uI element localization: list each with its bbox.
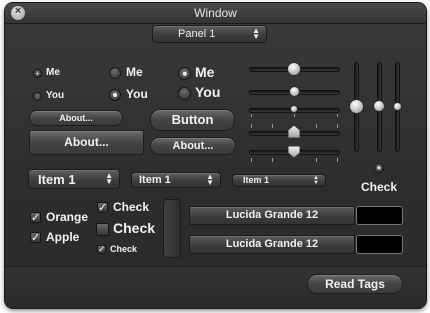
slider-tick <box>316 124 317 128</box>
color-well-2-swatch <box>360 239 399 250</box>
radio-you-small[interactable] <box>33 92 42 101</box>
popup-arrows-icon: ▲ ▼ <box>252 26 260 41</box>
slider-tick <box>251 114 252 117</box>
title-bar: × Window <box>5 3 426 24</box>
checkbox-check-medium-label: Check <box>113 200 150 214</box>
window-title: Window <box>194 6 237 20</box>
panel-popup[interactable]: Panel 1 ▲ ▼ <box>152 25 267 43</box>
radio-check-label: Check <box>361 180 398 194</box>
checkbox-apple[interactable]: ✓ <box>30 232 41 244</box>
radio-you-medium[interactable] <box>109 89 121 101</box>
about-button-small[interactable]: About... <box>29 110 123 126</box>
slider-tick <box>294 114 295 117</box>
pointer-up-icon <box>287 124 301 139</box>
horizontal-slider-knob-2[interactable] <box>289 86 300 97</box>
radio-me-medium-label: Me <box>126 65 143 79</box>
radio-you-medium-label: You <box>126 87 148 101</box>
popup-arrows-icon: ▲ ▼ <box>206 172 214 187</box>
slider-tick <box>337 158 338 162</box>
checkbox-check-small-label: Check <box>110 244 138 254</box>
slider-tick <box>272 124 273 128</box>
checkbox-orange[interactable]: ✓ <box>30 212 41 224</box>
checkbox-check-large-label: Check <box>113 220 156 236</box>
radio-you-large[interactable] <box>178 87 191 100</box>
radio-me-large-label: Me <box>195 64 215 80</box>
popup-arrows-icon: ▲ ▼ <box>105 171 113 186</box>
color-well-1-swatch <box>360 210 399 221</box>
large-button[interactable]: Button <box>150 109 235 131</box>
slider-tick <box>337 124 338 128</box>
horizontal-slider-knob-1[interactable] <box>287 62 301 76</box>
window: × Window Panel 1 ▲ ▼ Me You Me You Me You… <box>5 3 426 308</box>
radio-me-small-label: Me <box>46 67 60 78</box>
slider-tick <box>316 158 317 162</box>
horizontal-slider-knob-3[interactable] <box>290 105 298 113</box>
checkbox-check-large[interactable] <box>96 223 109 236</box>
item-popup-small-value: Item 1 <box>243 175 270 185</box>
item-popup-medium-value: Item 1 <box>139 174 171 186</box>
slider-pointer-up-knob[interactable] <box>287 124 301 139</box>
panel-popup-value: Panel 1 <box>178 28 216 40</box>
about-button-square[interactable]: About... <box>29 130 144 155</box>
checkbox-check-small[interactable]: ✓ <box>97 244 106 254</box>
vertical-slider-knob-2[interactable] <box>373 100 385 112</box>
checkmark-icon: ✓ <box>98 202 108 214</box>
vertical-slider-knob-3[interactable] <box>393 102 402 111</box>
popup-arrows-icon: ▲ ▼ <box>313 174 319 186</box>
item-popup-large-value: Item 1 <box>38 172 76 187</box>
read-tags-button[interactable]: Read Tags <box>307 274 403 294</box>
pointer-down-icon <box>287 145 301 159</box>
vertical-slider-knob-1[interactable] <box>349 99 364 114</box>
checkmark-icon: ✓ <box>31 212 41 224</box>
item-popup-large[interactable]: Item 1 ▲ ▼ <box>28 169 120 189</box>
radio-check[interactable] <box>374 163 384 173</box>
slider-pointer-down-knob[interactable] <box>287 145 301 159</box>
slider-tick <box>272 158 273 162</box>
checkmark-icon: ✓ <box>98 244 106 254</box>
slider-tick <box>337 114 338 117</box>
about-button-round[interactable]: About... <box>150 137 236 155</box>
color-well-2[interactable] <box>356 235 403 254</box>
checkbox-apple-label: Apple <box>46 230 80 244</box>
item-popup-small[interactable]: Item 1 ▲ ▼ <box>232 174 326 187</box>
radio-you-large-label: You <box>195 84 221 100</box>
radio-me-small[interactable] <box>33 69 42 78</box>
radio-me-large[interactable] <box>178 67 191 80</box>
radio-me-medium[interactable] <box>109 67 121 79</box>
checkbox-check-medium[interactable]: ✓ <box>97 202 108 214</box>
vertical-separator-box <box>163 199 181 258</box>
checkbox-orange-label: Orange <box>46 210 89 224</box>
font-button-1[interactable]: Lucida Grande 12 <box>189 206 355 225</box>
font-button-2[interactable]: Lucida Grande 12 <box>189 235 355 254</box>
slider-tick <box>251 124 252 128</box>
slider-tick <box>251 158 252 162</box>
item-popup-medium[interactable]: Item 1 ▲ ▼ <box>131 172 221 188</box>
radio-you-small-label: You <box>46 90 65 101</box>
color-well-1[interactable] <box>356 206 403 225</box>
checkmark-icon: ✓ <box>31 232 41 244</box>
